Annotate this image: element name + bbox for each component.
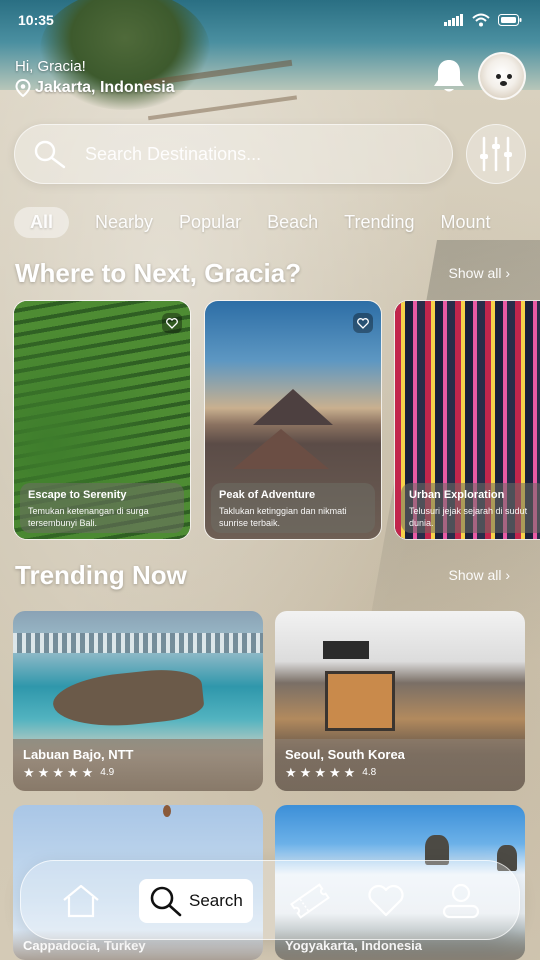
greeting-block: Hi, Gracia! Jakarta, Indonesia [15, 58, 175, 97]
destination-info: Escape to Serenity Temukan ketenangan di… [20, 483, 184, 533]
tab-popular[interactable]: Popular [179, 212, 241, 233]
pier-shape [13, 633, 263, 653]
location-pin-icon [15, 79, 31, 97]
rating-value: 4.9 [100, 767, 115, 778]
ticket-icon [290, 883, 330, 919]
komodo-shape [50, 665, 206, 733]
search-icon [34, 140, 66, 169]
tab-mount[interactable]: Mount [441, 212, 491, 233]
star-icon: ★ [23, 765, 35, 780]
heart-icon [166, 317, 178, 329]
destination-info: Urban Exploration Telusuri jejak sejarah… [401, 483, 540, 533]
star-icon: ★ [37, 765, 50, 780]
rating-value: 4.8 [362, 767, 377, 778]
search-input[interactable] [85, 143, 405, 165]
show-all-where-next[interactable]: Show all › [449, 265, 510, 281]
search-bar[interactable] [14, 124, 453, 184]
trending-title: Labuan Bajo, NTT [23, 747, 134, 762]
destination-title: Escape to Serenity [28, 489, 127, 501]
nav-profile[interactable] [441, 879, 481, 923]
star-icon: ★ [299, 765, 312, 780]
trending-info: Seoul, South Korea ★ ★ ★ ★ ★ 4.8 [275, 739, 525, 791]
status-bar: 10:35 [18, 10, 522, 30]
user-icon [442, 883, 480, 919]
heart-icon [368, 884, 404, 917]
tab-all[interactable]: All [14, 206, 70, 238]
tab-trending[interactable]: Trending [344, 212, 414, 233]
crater-shape [233, 429, 329, 469]
nav-tickets[interactable] [287, 879, 333, 923]
show-all-trending[interactable]: Show all › [449, 567, 510, 583]
trending-card[interactable]: Labuan Bajo, NTT ★ ★ ★ ★ ★ 4.9 [13, 611, 263, 791]
destination-desc: Telusuri jejak sejarah di sudut dunia. [409, 506, 528, 528]
star-icon: ★ [328, 765, 341, 780]
status-icons [444, 13, 522, 27]
sliders-icon [480, 136, 512, 172]
star-icon: ★ [66, 765, 79, 780]
trending-card[interactable]: Seoul, South Korea ★ ★ ★ ★ ★ 4.8 [275, 611, 525, 791]
wifi-icon [472, 13, 490, 27]
section-title-where-next: Where to Next, Gracia? [15, 258, 302, 288]
notification-button[interactable] [430, 56, 468, 96]
shopfront-shape [325, 671, 395, 731]
home-icon [63, 884, 99, 918]
signal-icon [444, 14, 463, 26]
avatar-nose [500, 81, 507, 86]
destination-carousel: Escape to Serenity Temukan ketenangan di… [13, 300, 540, 540]
bottom-navigation: Search [20, 860, 520, 940]
nav-favorites[interactable] [367, 879, 405, 923]
destination-desc: Taklukan ketinggian dan nikmati sunrise … [219, 506, 347, 528]
destination-title: Peak of Adventure [219, 489, 316, 501]
trending-title: Cappadocia, Turkey [23, 938, 146, 953]
star-icon: ★ [314, 765, 326, 780]
tab-nearby[interactable]: Nearby [95, 212, 153, 233]
star-icon: ★ [285, 765, 297, 780]
search-icon [150, 886, 182, 917]
bell-icon [434, 60, 464, 92]
star-icon: ★ [343, 765, 356, 780]
destination-desc: Temukan ketenangan di surga tersembunyi … [28, 506, 149, 528]
balloon-shape [163, 805, 171, 817]
category-tabs: All Nearby Popular Beach Trending Mount [14, 205, 540, 239]
trending-title: Seoul, South Korea [285, 747, 405, 762]
avatar-eye-left [496, 74, 501, 79]
tab-beach[interactable]: Beach [267, 212, 318, 233]
greeting-text: Hi, Gracia! [15, 58, 86, 75]
section-title-trending: Trending Now [15, 560, 187, 590]
heart-icon [357, 317, 369, 329]
star-icon: ★ [81, 765, 94, 780]
trending-info: Labuan Bajo, NTT ★ ★ ★ ★ ★ 4.9 [13, 739, 263, 791]
battery-icon [498, 14, 522, 26]
destination-card[interactable]: Urban Exploration Telusuri jejak sejarah… [394, 300, 540, 540]
destination-title: Urban Exploration [409, 489, 505, 501]
location-selector[interactable]: Jakarta, Indonesia [15, 79, 175, 97]
nav-search[interactable]: Search [139, 879, 253, 923]
destination-card[interactable]: Peak of Adventure Taklukan ketinggian da… [204, 300, 382, 540]
nav-home[interactable] [61, 879, 101, 923]
avatar[interactable] [478, 52, 526, 100]
rating: ★ ★ ★ ★ ★ 4.9 [23, 766, 253, 779]
destination-card[interactable]: Escape to Serenity Temukan ketenangan di… [13, 300, 191, 540]
destination-info: Peak of Adventure Taklukan ketinggian da… [211, 483, 375, 533]
favorite-button[interactable] [353, 313, 373, 333]
mountain-shape [253, 389, 333, 425]
trending-title: Yogyakarta, Indonesia [285, 938, 423, 953]
rating: ★ ★ ★ ★ ★ 4.8 [285, 766, 515, 779]
favorite-button[interactable] [162, 313, 182, 333]
nav-search-label: Search [189, 891, 243, 910]
avatar-eye-right [507, 74, 512, 79]
filter-button[interactable] [466, 124, 526, 184]
star-icon: ★ [52, 765, 64, 780]
shop-sign-shape [323, 641, 369, 659]
location-text: Jakarta, Indonesia [35, 79, 175, 96]
status-time: 10:35 [18, 12, 54, 28]
